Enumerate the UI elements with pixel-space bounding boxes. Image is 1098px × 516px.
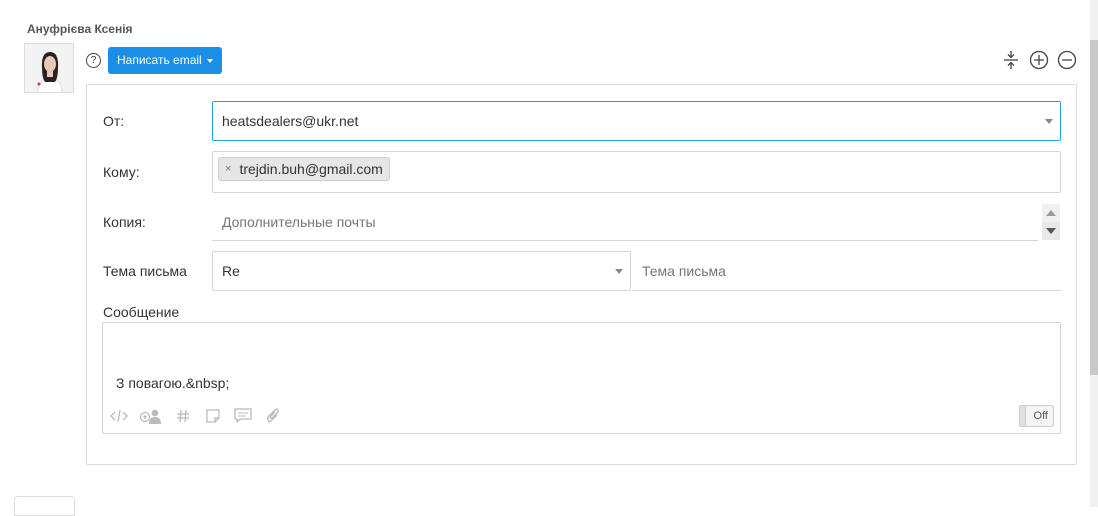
from-select[interactable]: heatsdealers@ukr.net: [212, 101, 1061, 141]
author-name: Ануфрієва Ксенія: [27, 22, 133, 36]
compose-email-button[interactable]: Написать email: [108, 47, 222, 74]
scrollbar-thumb[interactable]: [1090, 40, 1098, 375]
editor-mode-toggle[interactable]: Off: [1019, 405, 1054, 427]
cc-spinner[interactable]: [1042, 204, 1060, 240]
email-compose-panel: От: heatsdealers@ukr.net Кому: × trejdin…: [86, 84, 1077, 465]
comment-icon[interactable]: [233, 407, 253, 425]
mention-user-icon[interactable]: [139, 407, 163, 425]
message-toolbar: [109, 407, 283, 425]
message-label: Сообщение: [103, 304, 180, 320]
minus-circle-icon[interactable]: [1056, 49, 1078, 71]
note-icon[interactable]: [203, 407, 223, 425]
subject-prefix-value: Re: [222, 263, 240, 279]
hashtag-icon[interactable]: [173, 407, 193, 425]
message-body[interactable]: З повагою.&nbsp;: [116, 375, 229, 391]
from-value: heatsdealers@ukr.net: [222, 113, 359, 129]
toggle-label: Off: [1033, 410, 1048, 422]
spinner-up-icon[interactable]: [1042, 204, 1060, 222]
page-scrollbar[interactable]: [1090, 0, 1098, 507]
chevron-down-icon: [206, 59, 213, 63]
chevron-down-icon: [1045, 119, 1053, 124]
attachment-icon[interactable]: [263, 407, 283, 425]
plus-circle-icon[interactable]: [1028, 49, 1050, 71]
cc-input[interactable]: [212, 204, 1038, 241]
bottom-button-stub[interactable]: [14, 496, 75, 516]
from-label: От:: [103, 113, 125, 129]
recipient-tag-label: trejdin.buh@gmail.com: [239, 161, 383, 177]
to-label: Кому:: [103, 164, 140, 180]
compose-email-label: Написать email: [117, 53, 202, 67]
toggle-knob: [1020, 406, 1026, 426]
to-field[interactable]: × trejdin.buh@gmail.com: [212, 151, 1061, 193]
chevron-down-icon: [615, 269, 623, 274]
spinner-down-icon[interactable]: [1042, 222, 1060, 240]
subject-label: Тема письма: [103, 263, 187, 279]
recipient-tag: × trejdin.buh@gmail.com: [218, 157, 390, 181]
subject-prefix-select[interactable]: Re: [212, 251, 631, 291]
message-editor[interactable]: З повагою.&nbsp; Off: [102, 322, 1061, 434]
subject-input[interactable]: [632, 251, 1061, 291]
collapse-icon[interactable]: [1000, 49, 1022, 71]
code-icon[interactable]: [109, 407, 129, 425]
remove-tag-icon[interactable]: ×: [225, 163, 231, 175]
cc-label: Копия:: [103, 214, 146, 230]
avatar: [24, 43, 74, 93]
help-icon[interactable]: ?: [86, 53, 101, 68]
